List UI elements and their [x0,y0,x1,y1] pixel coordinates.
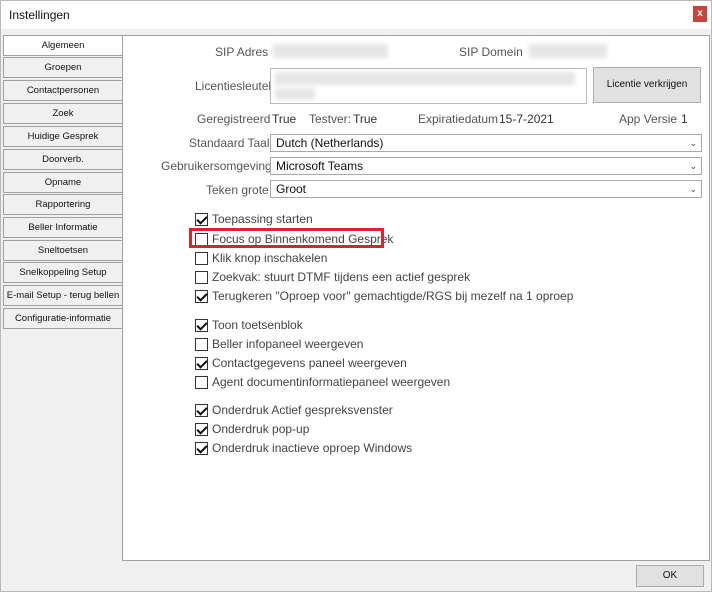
settings-window: Instellingen x Algemeen Groepen Contactp… [0,0,712,592]
checkbox-label: Agent documentinformatiepaneel weergeven [212,375,451,389]
checkbox-label: Onderdruk Actief gespreksvenster [212,403,393,417]
standaard-taal-value: Dutch (Netherlands) [276,136,384,150]
teken-grote-value: Groot [276,182,307,196]
sip-domein-value-redacted [529,44,607,58]
tab-contactpersonen[interactable]: Contactpersonen [3,80,123,101]
tab-groepen[interactable]: Groepen [3,57,123,78]
tab-panel-algemeen: SIP Adres SIP Domein Licentiesleutel Lic… [122,35,710,561]
checkbox-label: Contactgegevens paneel weergeven [212,356,407,370]
chevron-down-icon: ⌄ [689,184,697,194]
checkbox-label: Zoekvak: stuurt DTMF tijdens een actief … [212,270,471,284]
tab-doorverb[interactable]: Doorverb. [3,149,123,170]
sip-adres-label: SIP Adres [215,45,269,59]
checkbox-label: Beller infopaneel weergeven [212,337,364,351]
checkbox-label: Toon toetsenblok [212,318,303,332]
gebruikersomgeving-label: Gebruikersomgeving [161,159,272,173]
checkbox-label: Terugkeren "Oproep voor" gemachtigde/RGS… [212,289,574,303]
checkbox-box[interactable] [195,271,208,284]
chevron-down-icon: ⌄ [689,138,697,148]
checkbox-label: Toepassing starten [212,212,313,226]
standaard-taal-select[interactable]: Dutch (Netherlands) ⌄ [270,134,702,152]
app-versie-value: 1 [681,112,688,126]
checkbox-box[interactable] [195,338,208,351]
highlight-box [189,228,384,248]
expiratiedatum-value: 15-7-2021 [499,112,554,126]
chevron-down-icon: ⌄ [689,161,697,171]
sip-domein-label: SIP Domein [459,45,523,59]
ok-button[interactable]: OK [636,565,704,587]
licentiesleutel-field[interactable] [270,68,587,104]
checkbox-box[interactable] [195,404,208,417]
checkbox-box[interactable] [195,319,208,332]
testversie-value: True [353,112,378,126]
checkbox-box[interactable] [195,252,208,265]
checkbox-box[interactable] [195,423,208,436]
standaard-taal-label: Standaard Taal [189,136,270,150]
teken-grote-select[interactable]: Groot ⌄ [270,180,702,198]
tab-configuratie-informatie[interactable]: Configuratie-informatie [3,308,123,329]
tab-email-setup[interactable]: E-mail Setup - terug bellen [3,285,123,306]
teken-grote-label: Teken grote [206,183,269,197]
licentie-verkrijgen-button[interactable]: Licentie verkrijgen [593,67,701,103]
tab-huidige-gesprek[interactable]: Huidige Gesprek [3,126,123,147]
close-button[interactable]: x [693,6,707,22]
testversie-label: Testver: [309,112,352,126]
tab-opname[interactable]: Opname [3,172,123,193]
checkbox-box[interactable] [195,442,208,455]
tab-zoek[interactable]: Zoek [3,103,123,124]
tab-rapportering[interactable]: Rapportering [3,194,123,215]
geregistreerd-value: True [272,112,297,126]
gebruikersomgeving-value: Microsoft Teams [276,159,364,173]
checkbox-box[interactable] [195,376,208,389]
title-bar: Instellingen x [1,1,711,29]
sip-adres-value-redacted [273,44,388,58]
checkbox-box[interactable] [195,213,208,226]
geregistreerd-label: Geregistreerd [197,112,271,126]
tab-sneltoetsen[interactable]: Sneltoetsen [3,240,123,261]
expiratiedatum-label: Expiratiedatum [418,112,499,126]
window-title: Instellingen [9,8,70,22]
licentiesleutel-label: Licentiesleutel [195,79,272,93]
tab-algemeen[interactable]: Algemeen [3,35,123,56]
app-versie-label: App Versie [619,112,678,126]
checkbox-box[interactable] [195,290,208,303]
checkbox-label: Onderdruk inactieve oproep Windows [212,441,413,455]
checkbox-label: Onderdruk pop-up [212,422,310,436]
checkbox-box[interactable] [195,357,208,370]
tab-beller-informatie[interactable]: Beller Informatie [3,217,123,238]
tab-snelkoppeling-setup[interactable]: Snelkoppeling Setup [3,262,123,283]
checkbox-label: Klik knop inschakelen [212,251,328,265]
gebruikersomgeving-select[interactable]: Microsoft Teams ⌄ [270,157,702,175]
